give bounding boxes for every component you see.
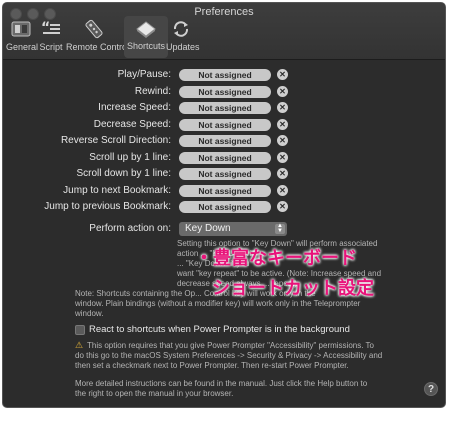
- overlay-caption-line-1: ・豊富なキーボード: [195, 248, 357, 268]
- switch-icon: [6, 17, 36, 41]
- scroll-up-shortcut-field[interactable]: Not assigned: [179, 152, 271, 164]
- scroll-up-label: Scroll up by 1 line:: [89, 152, 171, 163]
- refresh-icon: [166, 17, 196, 41]
- perform-action-label: Perform action on:: [89, 223, 171, 234]
- preferences-window: Preferences General “ Script Remote Cont…: [2, 2, 446, 408]
- clear-reverse-scroll-icon[interactable]: ✕: [277, 135, 288, 146]
- tab-remote-control[interactable]: Remote Control: [66, 17, 130, 57]
- next-bookmark-label: Jump to next Bookmark:: [63, 185, 171, 196]
- previous-bookmark-shortcut-field[interactable]: Not assigned: [179, 201, 271, 213]
- play-pause-label: Play/Pause:: [117, 69, 171, 80]
- perform-action-select[interactable]: Key Down ▲ ▼: [179, 222, 287, 236]
- rewind-label: Rewind:: [134, 86, 171, 97]
- clear-scroll-up-icon[interactable]: ✕: [277, 152, 288, 163]
- remote-control-icon: [66, 17, 122, 41]
- reverse-scroll-label: Reverse Scroll Direction:: [60, 135, 171, 146]
- accessibility-line-1: This option requires that you give Power…: [87, 341, 374, 350]
- decrease-speed-label: Decrease Speed:: [93, 119, 171, 130]
- clear-next-bookmark-icon[interactable]: ✕: [277, 185, 288, 196]
- help-button[interactable]: ?: [424, 382, 438, 396]
- tab-shortcuts-label: Shortcuts: [126, 41, 166, 51]
- manual-line-1: More detailed instructions can be found …: [75, 379, 368, 388]
- scroll-down-label: Scroll down by 1 line:: [76, 168, 172, 179]
- perform-action-value: Key Down: [185, 223, 231, 234]
- clear-play-pause-icon[interactable]: ✕: [277, 69, 288, 80]
- tab-updates[interactable]: Updates: [166, 17, 200, 57]
- background-shortcuts-checkbox[interactable]: [75, 325, 85, 335]
- tab-general[interactable]: General: [6, 17, 39, 57]
- clear-scroll-down-icon[interactable]: ✕: [277, 168, 288, 179]
- note-line-2: window. Plain bindings (without a modifi…: [75, 299, 361, 308]
- stepper-arrows-icon: ▲ ▼: [275, 223, 285, 234]
- overlay-caption-line-2: ショートカット設定: [212, 278, 374, 298]
- scroll-down-shortcut-field[interactable]: Not assigned: [179, 168, 271, 180]
- script-icon: “: [38, 17, 64, 41]
- tab-script-label: Script: [39, 42, 63, 52]
- decrease-speed-shortcut-field[interactable]: Not assigned: [179, 119, 271, 131]
- reverse-scroll-shortcut-field[interactable]: Not assigned: [179, 135, 271, 147]
- clear-previous-bookmark-icon[interactable]: ✕: [277, 201, 288, 212]
- keyboard-key-icon: [124, 16, 168, 40]
- manual-line-2: the right to open the manual in your bro…: [75, 389, 234, 398]
- clear-decrease-speed-icon[interactable]: ✕: [277, 119, 288, 130]
- clear-increase-speed-icon[interactable]: ✕: [277, 102, 288, 113]
- tab-updates-label: Updates: [166, 42, 200, 52]
- accessibility-line-2: do this go to the macOS System Preferenc…: [75, 351, 383, 360]
- increase-speed-label: Increase Speed:: [98, 102, 171, 113]
- tab-shortcuts[interactable]: Shortcuts: [124, 16, 168, 58]
- note-line-3: window.: [75, 309, 104, 318]
- tab-remote-control-label: Remote Control: [66, 42, 130, 52]
- title-bar: Preferences General “ Script Remote Cont…: [3, 3, 445, 60]
- warning-icon: ⚠: [75, 340, 84, 350]
- previous-bookmark-label: Jump to previous Bookmark:: [44, 201, 171, 212]
- next-bookmark-shortcut-field[interactable]: Not assigned: [179, 185, 271, 197]
- increase-speed-shortcut-field[interactable]: Not assigned: [179, 102, 271, 114]
- tab-script[interactable]: “ Script: [38, 17, 64, 57]
- play-pause-shortcut-field[interactable]: Not assigned: [179, 69, 271, 81]
- clear-rewind-icon[interactable]: ✕: [277, 86, 288, 97]
- background-shortcuts-label: React to shortcuts when Power Prompter i…: [89, 324, 350, 335]
- rewind-shortcut-field[interactable]: Not assigned: [179, 86, 271, 98]
- tab-general-label: General: [6, 42, 39, 52]
- accessibility-line-3: then set a checkmark next to Power Promp…: [75, 361, 349, 370]
